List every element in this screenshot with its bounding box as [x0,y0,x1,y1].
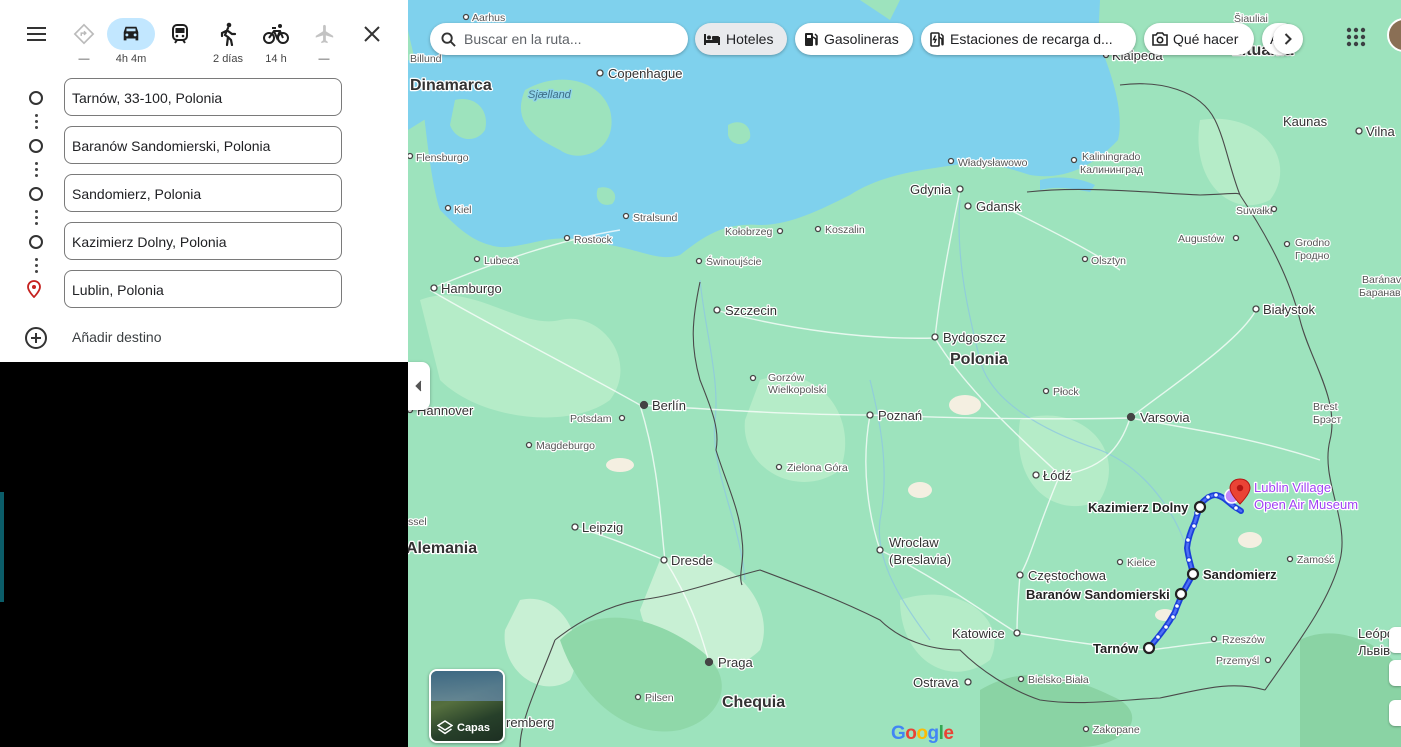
mode-transit-button[interactable] [156,18,204,66]
chips-next-button[interactable] [1273,24,1303,54]
chip-ev-charging[interactable]: Estaciones de recarga d... [921,23,1136,55]
train-icon [156,18,204,50]
apps-grid-icon [1346,27,1366,47]
directions-diamond-icon [60,18,108,50]
destination-pin-icon [27,280,41,303]
map-control[interactable] [1389,700,1401,726]
mode-walk-label: 2 días [213,53,243,65]
route-search-input[interactable] [462,30,666,48]
close-directions-button[interactable] [358,20,386,48]
waypoint-circle-icon [29,91,43,105]
map-control[interactable] [1389,627,1401,653]
blank-panel-area [0,362,408,747]
route-search-box[interactable] [430,23,688,55]
mode-car-label: 4h 4m [115,53,147,65]
stop-input-3[interactable]: Sandomierz, Polonia [64,174,342,212]
chip-label: Estaciones de recarga d... [950,31,1113,47]
bed-icon [703,32,721,46]
chip-label: Hoteles [726,31,774,47]
camera-icon [1152,32,1168,46]
stop-row-3: Sandomierz, Polonia [0,174,408,214]
waypoint-circle-icon [29,235,43,249]
chevron-right-icon [1284,33,1292,45]
layers-button[interactable]: Capas [429,669,505,743]
walk-icon [204,18,252,50]
waypoint-circle-icon [29,139,43,153]
stop-row-4: Kazimierz Dolny, Polonia [0,222,408,262]
menu-button[interactable] [24,22,50,46]
map-control[interactable] [1389,660,1401,686]
google-apps-button[interactable] [1343,24,1369,50]
add-destination-button[interactable]: Añadir destino [24,326,224,350]
chip-gas-stations[interactable]: Gasolineras [795,23,913,55]
mode-transit-label [156,53,204,67]
chip-hotels[interactable]: Hoteles [695,23,787,55]
collapse-panel-button[interactable] [408,362,430,410]
mode-bike-button[interactable]: 14 h [252,18,300,66]
stop-input-5[interactable]: Lublin, Polonia [64,270,342,308]
stop-row-2: Baranów Sandomierski, Polonia [0,126,408,166]
mode-walk-button[interactable]: 2 días [204,18,252,66]
mode-car-button[interactable]: 4h 4m [107,18,155,66]
bike-icon [252,18,300,50]
mode-best-button[interactable]: — [60,18,108,66]
stop-input-4[interactable]: Kazimierz Dolny, Polonia [64,222,342,260]
search-icon [441,31,456,47]
layers-label: Capas [457,722,491,734]
mode-flight-label: — [318,53,330,65]
chip-things-to-do[interactable]: Qué hacer [1144,23,1254,55]
stop-row-5: Lublin, Polonia [0,270,408,310]
google-logo: Google [891,723,954,744]
add-circle-icon [25,327,47,349]
airplane-icon [300,18,348,50]
gas-station-icon [803,31,819,47]
close-icon [364,26,380,42]
map-base [408,0,1401,747]
mode-flight-button[interactable]: — [300,18,348,66]
panel-edge [0,492,4,602]
chip-label: Qué hacer [1173,31,1239,47]
chevron-left-icon [415,380,422,392]
car-icon [107,18,155,50]
waypoint-circle-icon [29,187,43,201]
ev-charger-icon [929,31,945,47]
stop-row-1: Tarnów, 33-100, Polonia [0,78,408,118]
mode-bike-label: 14 h [265,53,287,65]
chip-label: Gasolineras [824,31,899,47]
map-canvas[interactable] [408,0,1401,747]
add-destination-label: Añadir destino [72,329,162,345]
layers-icon [437,720,453,735]
layers-thumbnail [431,671,503,701]
mode-best-label: — [78,53,90,65]
directions-panel: — 4h 4m 2 días 14 h — Tarnów, 33-100, Po… [0,0,408,362]
stop-input-1[interactable]: Tarnów, 33-100, Polonia [64,78,342,116]
stop-input-2[interactable]: Baranów Sandomierski, Polonia [64,126,342,164]
